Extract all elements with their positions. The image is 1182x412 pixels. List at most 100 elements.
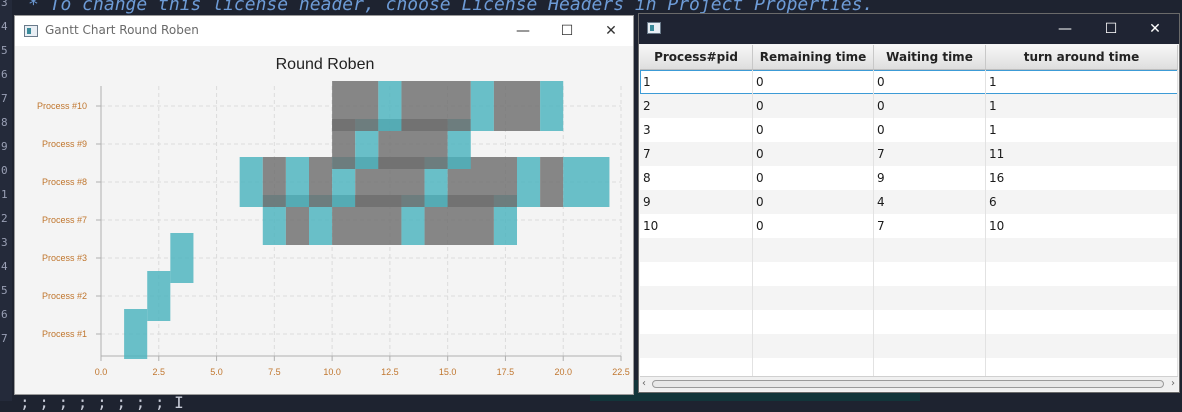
table-cell[interactable]: 0 bbox=[874, 118, 986, 142]
table-cell[interactable]: 6 bbox=[986, 190, 1178, 214]
table-row[interactable] bbox=[640, 286, 1178, 310]
table-cell[interactable] bbox=[640, 310, 753, 334]
table-cell[interactable]: 0 bbox=[753, 94, 874, 118]
results-table[interactable]: Process#pid Remaining time Waiting time … bbox=[640, 45, 1178, 382]
table-cell[interactable]: 0 bbox=[753, 166, 874, 190]
table-cell[interactable]: 0 bbox=[874, 70, 986, 94]
table-cell[interactable]: 9 bbox=[640, 190, 753, 214]
table-cell[interactable]: 7 bbox=[874, 214, 986, 238]
table-cell[interactable] bbox=[874, 286, 986, 310]
table-row[interactable]: 10 0 7 10 bbox=[640, 214, 1178, 238]
table-cell[interactable]: 7 bbox=[874, 142, 986, 166]
table-cell[interactable]: 16 bbox=[986, 166, 1178, 190]
table-cell[interactable]: 11 bbox=[986, 142, 1178, 166]
gantt-window-titlebar[interactable]: Gantt Chart Round Roben — ☐ ✕ bbox=[15, 16, 633, 46]
x-tick-label: 5.0 bbox=[210, 367, 223, 377]
table-cell[interactable]: 2 bbox=[640, 94, 753, 118]
table-cell[interactable] bbox=[640, 286, 753, 310]
column-header-remaining[interactable]: Remaining time bbox=[753, 45, 874, 69]
table-cell[interactable]: 8 bbox=[640, 166, 753, 190]
table-cell[interactable] bbox=[986, 238, 1178, 262]
maximize-icon[interactable]: ☐ bbox=[1089, 14, 1133, 44]
table-cell[interactable] bbox=[986, 262, 1178, 286]
table-cell[interactable]: 0 bbox=[753, 190, 874, 214]
y-tick-label: Process #1 bbox=[42, 329, 87, 339]
table-header: Process#pid Remaining time Waiting time … bbox=[640, 45, 1178, 70]
close-icon[interactable]: ✕ bbox=[1133, 14, 1177, 44]
column-header-waiting[interactable]: Waiting time bbox=[874, 45, 986, 69]
table-row[interactable]: 1001 bbox=[640, 70, 1178, 94]
line-number: 4 bbox=[1, 260, 8, 273]
table-cell[interactable] bbox=[753, 238, 874, 262]
table-cell[interactable]: 10 bbox=[986, 214, 1178, 238]
table-cell[interactable]: 1 bbox=[986, 70, 1178, 94]
gantt-bar bbox=[540, 81, 564, 131]
scroll-left-icon[interactable]: ‹ bbox=[642, 377, 646, 391]
gantt-bar bbox=[470, 81, 494, 131]
table-cell[interactable] bbox=[753, 310, 874, 334]
table-cell[interactable] bbox=[640, 238, 753, 262]
table-cell[interactable]: 4 bbox=[874, 190, 986, 214]
table-cell[interactable]: 0 bbox=[753, 118, 874, 142]
table-cell[interactable]: 1 bbox=[640, 70, 753, 94]
table-row[interactable]: 2001 bbox=[640, 94, 1178, 118]
horizontal-scrollbar[interactable]: ‹ › bbox=[640, 376, 1178, 391]
gantt-chart: Round Roben 0.0 2.5 5.0 7.5 10.0 12.5 15.0 17.5… bbox=[37, 56, 630, 377]
table-cell[interactable]: 10 bbox=[640, 214, 753, 238]
table-cell[interactable] bbox=[986, 286, 1178, 310]
table-cell[interactable]: 9 bbox=[874, 166, 986, 190]
gantt-bar bbox=[170, 233, 194, 283]
minimize-icon[interactable]: — bbox=[501, 16, 545, 46]
line-number: 0 bbox=[1, 164, 8, 177]
table-cell[interactable] bbox=[874, 238, 986, 262]
table-body: 1 0 0 1 2 0 0 1 3 0 0 1 7 0 7 11 8 0 9 16 9 0 4 6 10 0 7 10 bbox=[640, 70, 1178, 382]
x-tick-label: 10.0 bbox=[323, 367, 341, 377]
table-row[interactable]: 9046 bbox=[640, 190, 1178, 214]
table-window: — ☐ ✕ Process#pid Remaining time Waiting… bbox=[638, 13, 1180, 393]
scroll-right-icon[interactable]: › bbox=[1171, 377, 1175, 391]
line-number: 3 bbox=[1, 236, 8, 249]
table-window-titlebar[interactable]: — ☐ ✕ bbox=[639, 14, 1179, 44]
table-cell[interactable] bbox=[874, 262, 986, 286]
table-row[interactable] bbox=[640, 334, 1178, 358]
table-cell[interactable]: 0 bbox=[753, 70, 874, 94]
table-cell[interactable]: 1 bbox=[986, 118, 1178, 142]
table-cell[interactable] bbox=[874, 334, 986, 358]
y-tick-label: Process #3 bbox=[42, 253, 87, 263]
table-cell[interactable] bbox=[874, 310, 986, 334]
line-number: 6 bbox=[1, 68, 8, 81]
column-header-turnaround[interactable]: turn around time bbox=[986, 45, 1178, 69]
close-icon[interactable]: ✕ bbox=[589, 16, 633, 46]
table-row[interactable] bbox=[640, 262, 1178, 286]
table-cell[interactable] bbox=[640, 262, 753, 286]
table-cell[interactable] bbox=[753, 262, 874, 286]
table-cell[interactable]: 0 bbox=[874, 94, 986, 118]
table-row[interactable]: 8 0 9 16 bbox=[640, 166, 1178, 190]
table-row[interactable] bbox=[640, 238, 1178, 262]
table-cell[interactable]: 0 bbox=[753, 142, 874, 166]
table-row[interactable]: 3001 bbox=[640, 118, 1178, 142]
maximize-icon[interactable]: ☐ bbox=[545, 16, 589, 46]
chart-title: Round Roben bbox=[276, 56, 375, 73]
line-number: 2 bbox=[1, 212, 8, 225]
table-cell[interactable]: 3 bbox=[640, 118, 753, 142]
line-number: 6 bbox=[1, 308, 8, 321]
y-tick-label: Process #8 bbox=[42, 177, 87, 187]
table-cell[interactable] bbox=[986, 310, 1178, 334]
y-tick-label: Process #9 bbox=[42, 139, 87, 149]
minimize-icon[interactable]: — bbox=[1043, 14, 1087, 44]
table-cell[interactable]: 1 bbox=[986, 94, 1178, 118]
y-tick-label: Process #2 bbox=[42, 291, 87, 301]
table-cell[interactable] bbox=[753, 286, 874, 310]
x-tick-label: 17.5 bbox=[497, 367, 515, 377]
column-header-pid[interactable]: Process#pid bbox=[640, 45, 753, 69]
table-cell[interactable]: 7 bbox=[640, 142, 753, 166]
table-row[interactable]: 7 0 7 11 bbox=[640, 142, 1178, 166]
table-cell[interactable] bbox=[753, 334, 874, 358]
table-cell[interactable]: 0 bbox=[753, 214, 874, 238]
x-tick-label: 15.0 bbox=[439, 367, 457, 377]
table-cell[interactable] bbox=[986, 334, 1178, 358]
table-cell[interactable] bbox=[640, 334, 753, 358]
scrollbar-thumb[interactable] bbox=[652, 380, 1164, 388]
table-row[interactable] bbox=[640, 310, 1178, 334]
